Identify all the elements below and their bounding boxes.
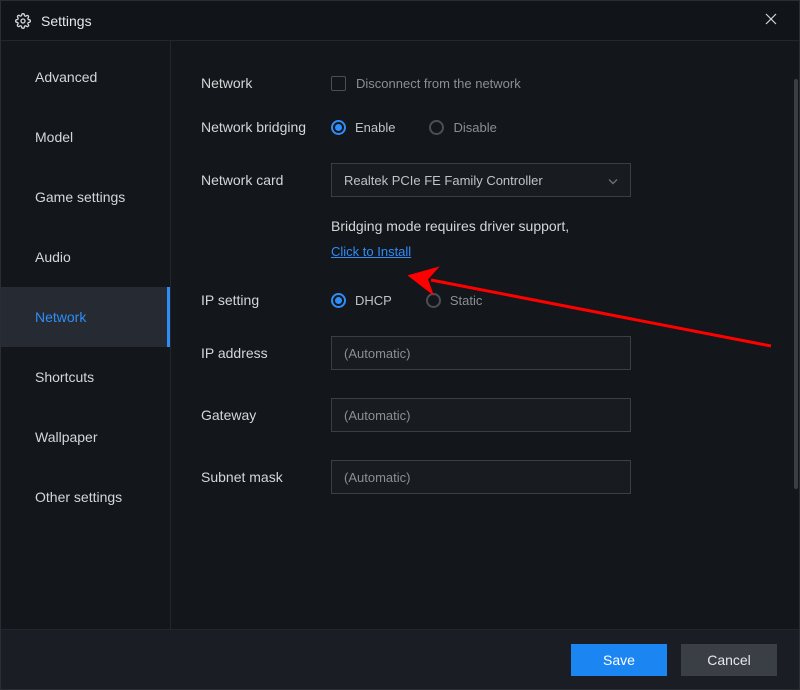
input-value: (Automatic) — [344, 408, 410, 423]
close-icon — [765, 13, 777, 28]
input-subnet-mask[interactable]: (Automatic) — [331, 460, 631, 494]
label-subnet-mask: Subnet mask — [201, 469, 331, 485]
chevron-down-icon — [608, 173, 618, 188]
sidebar-item-game-settings[interactable]: Game settings — [1, 167, 170, 227]
select-value: Realtek PCIe FE Family Controller — [344, 173, 543, 188]
radio-label: DHCP — [355, 293, 392, 308]
label-network-bridging: Network bridging — [201, 119, 331, 135]
driver-support-message: Bridging mode requires driver support, — [331, 213, 774, 240]
select-network-card[interactable]: Realtek PCIe FE Family Controller — [331, 163, 631, 197]
checkbox-disconnect-network[interactable]: Disconnect from the network — [331, 76, 521, 91]
titlebar: Settings — [1, 1, 799, 41]
sidebar-item-label: Wallpaper — [35, 429, 98, 445]
sidebar-item-advanced[interactable]: Advanced — [1, 47, 170, 107]
label-gateway: Gateway — [201, 407, 331, 423]
label-network: Network — [201, 75, 331, 91]
sidebar-item-label: Network — [35, 309, 86, 325]
input-value: (Automatic) — [344, 346, 410, 361]
radio-icon — [426, 293, 441, 308]
sidebar-item-shortcuts[interactable]: Shortcuts — [1, 347, 170, 407]
sidebar: Advanced Model Game settings Audio Netwo… — [1, 41, 171, 629]
input-ip-address[interactable]: (Automatic) — [331, 336, 631, 370]
sidebar-item-network[interactable]: Network — [1, 287, 170, 347]
window-title: Settings — [41, 13, 92, 29]
checkbox-label: Disconnect from the network — [356, 76, 521, 91]
sidebar-item-label: Shortcuts — [35, 369, 94, 385]
close-button[interactable] — [751, 1, 791, 41]
radio-label: Static — [450, 293, 483, 308]
settings-gear-icon — [15, 13, 31, 29]
sidebar-item-label: Game settings — [35, 189, 125, 205]
footer: Save Cancel — [1, 629, 799, 689]
radio-icon — [331, 293, 346, 308]
radio-icon — [331, 120, 346, 135]
sidebar-item-label: Model — [35, 129, 73, 145]
sidebar-item-label: Advanced — [35, 69, 97, 85]
radio-icon — [429, 120, 444, 135]
label-ip-setting: IP setting — [201, 292, 331, 308]
radio-label: Disable — [453, 120, 496, 135]
radio-ip-static[interactable]: Static — [426, 293, 483, 308]
sidebar-item-label: Audio — [35, 249, 71, 265]
sidebar-item-other-settings[interactable]: Other settings — [1, 467, 170, 527]
sidebar-item-model[interactable]: Model — [1, 107, 170, 167]
radio-ip-dhcp[interactable]: DHCP — [331, 293, 392, 308]
cancel-button[interactable]: Cancel — [681, 644, 777, 676]
main-panel: Network Disconnect from the network Netw… — [171, 41, 799, 629]
label-ip-address: IP address — [201, 345, 331, 361]
input-value: (Automatic) — [344, 470, 410, 485]
sidebar-item-wallpaper[interactable]: Wallpaper — [1, 407, 170, 467]
radio-bridging-enable[interactable]: Enable — [331, 120, 395, 135]
radio-label: Enable — [355, 120, 395, 135]
label-network-card: Network card — [201, 172, 331, 188]
save-button[interactable]: Save — [571, 644, 667, 676]
checkbox-box-icon — [331, 76, 346, 91]
link-click-to-install[interactable]: Click to Install — [331, 244, 411, 259]
scrollbar[interactable] — [793, 79, 799, 609]
sidebar-item-audio[interactable]: Audio — [1, 227, 170, 287]
scrollbar-thumb[interactable] — [794, 79, 798, 489]
settings-window: Settings Advanced Model Game settings Au… — [0, 0, 800, 690]
sidebar-item-label: Other settings — [35, 489, 122, 505]
input-gateway[interactable]: (Automatic) — [331, 398, 631, 432]
radio-bridging-disable[interactable]: Disable — [429, 120, 496, 135]
